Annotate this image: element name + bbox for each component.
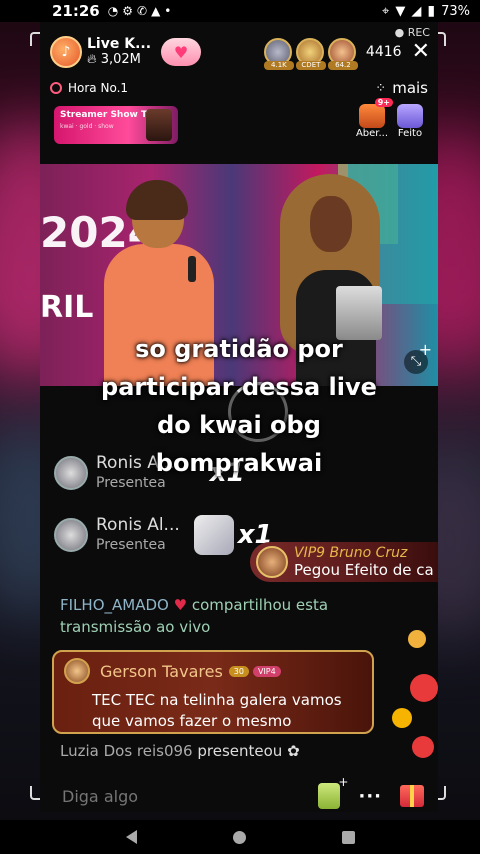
hourly-rank[interactable]: Hora No.1: [50, 81, 128, 95]
more-options-icon[interactable]: ···: [358, 786, 382, 807]
chat-message: FILHO_AMADO ♥ compartilhou esta transmis…: [60, 596, 329, 636]
host-avatar[interactable]: ♪: [50, 36, 82, 68]
more-button[interactable]: ⁘ mais: [375, 79, 428, 97]
avatar[interactable]: [256, 546, 288, 578]
signal-icon: ◢: [411, 3, 422, 19]
top-viewers[interactable]: 4.1K CDET 64.2: [263, 38, 358, 70]
level-badge: 30: [228, 665, 249, 677]
chat-username[interactable]: Luzia Dos reis096: [60, 742, 193, 760]
wifi-icon: ▼: [395, 3, 406, 19]
recent-apps-icon[interactable]: [341, 830, 355, 844]
bunny-icon: [397, 104, 423, 128]
live-header: ♪ Live K... 🔥︎ 3,02M ♥ 4.1K CDET 64.2 44…: [50, 26, 430, 70]
viewer-avatar[interactable]: 64.2: [327, 38, 358, 70]
emoji-float: [412, 736, 434, 758]
rank-label: Hora No.1: [68, 81, 129, 95]
settings-icon: ⚙: [122, 4, 137, 18]
emoji-float: [410, 674, 438, 702]
rec-indicator: ● REC: [394, 26, 430, 39]
dot-icon: •: [164, 4, 176, 18]
avatar[interactable]: [64, 658, 90, 684]
gift-notification: Ronis Al... Presentea x1: [54, 512, 273, 558]
comment-input[interactable]: [62, 786, 262, 806]
grid-icon: ⁘: [375, 80, 387, 96]
notification-icons: ◔⚙✆▲•: [108, 4, 176, 18]
battery-level: 73%: [441, 3, 470, 19]
chat-message: Luzia Dos reis096 presenteou ✿: [60, 742, 300, 760]
home-icon[interactable]: [232, 830, 246, 844]
host-likes: 🔥︎ 3,02M: [87, 52, 141, 67]
chat-bubble: Gerson Tavares 30 VIP4 TEC TEC na telinh…: [52, 650, 374, 734]
emoji-float: [408, 630, 426, 648]
treasure-icon: 9+: [359, 98, 393, 128]
bottom-bar: + ···: [40, 775, 438, 812]
emoji-float: [392, 708, 412, 728]
location-icon: ⌖: [382, 3, 390, 19]
viewer-avatar[interactable]: 4.1K: [263, 38, 294, 70]
vip-badge: VIP4: [252, 665, 281, 677]
microphone-icon: [188, 256, 196, 282]
battery-icon: ▮: [427, 3, 436, 19]
heart-icon: ♥: [173, 596, 188, 614]
navigation-bar: [0, 820, 480, 854]
heart-icon: ♥: [173, 42, 189, 62]
gift-box-icon[interactable]: [400, 785, 424, 807]
host-name: Live K...: [87, 36, 152, 52]
follow-button[interactable]: ♥: [161, 38, 202, 66]
promo-row: Streamer Show Time kwai · gold · show 9+…: [50, 98, 428, 146]
rank-row: Hora No.1 ⁘ mais: [50, 76, 428, 100]
brain-icon: ✿: [287, 742, 300, 760]
chat-username[interactable]: Gerson Tavares: [100, 662, 223, 681]
alert-icon: ▲: [151, 4, 165, 18]
banner-image: [146, 109, 172, 141]
whatsapp-icon: ◔: [107, 4, 123, 18]
streamer-show-banner[interactable]: Streamer Show Time kwai · gold · show: [54, 106, 178, 144]
flame-icon: 🔥︎: [87, 52, 97, 67]
vip-effect-banner: VIP9 Bruno Cruz Pegou Efeito de ca: [250, 542, 438, 582]
close-icon[interactable]: ✕: [412, 41, 430, 63]
drink-gift-icon[interactable]: +: [318, 775, 348, 809]
back-icon[interactable]: [125, 830, 137, 844]
clock-icon: [50, 82, 62, 94]
viewer-count[interactable]: 4416: [366, 44, 402, 60]
caption-overlay: so gratidão por participar dessa live do…: [101, 335, 377, 477]
open-boxes-button[interactable]: 9+ Aber...: [354, 98, 393, 139]
viewer-avatar[interactable]: CDET: [295, 38, 326, 70]
status-bar: 21:26 ◔⚙✆▲• ⌖ ▼ ◢ ▮ 73%: [0, 0, 480, 22]
done-task-button[interactable]: Feito: [392, 104, 428, 139]
gift-icon: [193, 515, 234, 555]
missed-call-icon: ✆: [137, 4, 152, 18]
more-label: mais: [392, 79, 428, 97]
chat-username[interactable]: FILHO_AMADO: [60, 596, 169, 614]
host-info[interactable]: ♪ Live K... 🔥︎ 3,02M: [50, 34, 151, 70]
status-time: 21:26: [52, 2, 100, 20]
chat-text: TEC TEC na telinha galera vamos que vamo…: [92, 691, 342, 730]
avatar[interactable]: [54, 518, 88, 552]
